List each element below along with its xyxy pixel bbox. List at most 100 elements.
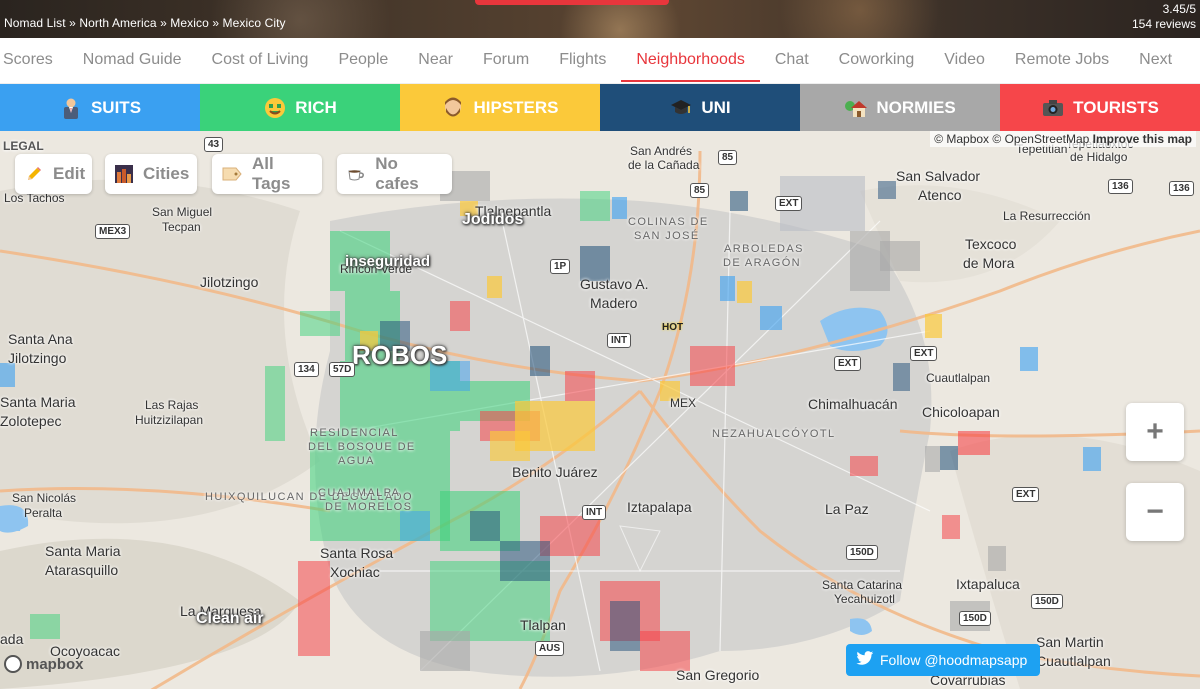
tab-next[interactable]: Next <box>1124 38 1187 84</box>
tab-people[interactable]: People <box>323 38 403 84</box>
tab-forum[interactable]: Forum <box>468 38 544 84</box>
place-label: La Paz <box>825 501 869 517</box>
place-label: Iztapalapa <box>627 499 692 515</box>
breadcrumb[interactable]: Nomad List » North America » Mexico » Me… <box>4 16 286 30</box>
tribe-rich-button[interactable]: RICH <box>200 84 400 131</box>
legal-link[interactable]: LEGAL <box>3 139 44 153</box>
place-label: Tecpan <box>162 220 201 234</box>
pencil-icon <box>25 165 43 183</box>
district-label: RESIDENCIAL <box>310 427 399 439</box>
tribe-label: NORMIES <box>876 97 956 117</box>
place-label: Santa Catarina <box>822 578 903 592</box>
place-label: Jilotzingo <box>8 350 67 366</box>
tab-cost-of-living[interactable]: Cost of Living <box>197 38 324 84</box>
edit-button[interactable]: Edit <box>15 154 92 194</box>
tab-near[interactable]: Near <box>403 38 468 84</box>
place-label: MEX <box>670 396 697 410</box>
city-hero-banner: Nomad List » North America » Mexico » Me… <box>0 0 1200 38</box>
tab-nomad-guide[interactable]: Nomad Guide <box>68 38 197 84</box>
place-label: Gustavo A. <box>580 276 649 292</box>
road-shield: 150D <box>959 611 991 626</box>
mapbox-logo[interactable]: mapbox <box>4 655 84 673</box>
mapbox-credit[interactable]: © Mapbox <box>934 132 989 146</box>
map-tag[interactable]: ROBOS <box>352 340 447 371</box>
place-label: Benito Juárez <box>512 464 598 480</box>
tab-flights[interactable]: Flights <box>544 38 621 84</box>
tribe-label: HIPSTERS <box>473 97 559 117</box>
zoom-in-button[interactable]: + <box>1126 403 1184 461</box>
hero-red-button[interactable] <box>475 0 669 5</box>
place-label: Tlalpan <box>520 617 566 633</box>
road-shield: EXT <box>910 346 938 361</box>
tab-video[interactable]: Video <box>929 38 1000 84</box>
tribe-suits-button[interactable]: SUITS <box>0 84 200 131</box>
map-tag[interactable]: HOT <box>662 322 683 333</box>
place-label: San Salvador <box>896 168 981 184</box>
tribe-label: RICH <box>295 97 337 117</box>
tag-icon <box>222 165 242 183</box>
place-label: San Gregorio <box>676 667 760 683</box>
place-label: de Mora <box>963 255 1015 271</box>
map-tag[interactable]: Jodidos <box>462 211 523 229</box>
tab-remote-jobs[interactable]: Remote Jobs <box>1000 38 1124 84</box>
road-shield: 43 <box>204 137 224 152</box>
neighborhood-map[interactable]: Los Tachos San Miguel Tecpan Jilotzingo … <box>0 131 1200 689</box>
twitter-bird-icon <box>856 651 874 669</box>
tribe-uni-button[interactable]: UNI <box>600 84 800 131</box>
tab-chat[interactable]: Chat <box>760 38 824 84</box>
tab-coworking[interactable]: Coworking <box>824 38 930 84</box>
no-cafes-button[interactable]: No cafes <box>337 154 452 194</box>
cities-button[interactable]: Cities <box>105 154 197 194</box>
all-tags-label: All Tags <box>252 154 291 193</box>
place-label: San Martin <box>1036 634 1104 650</box>
osm-credit[interactable]: © OpenStreetMap <box>992 132 1089 146</box>
place-label: de Hidalgo <box>1070 150 1128 164</box>
district-label: ARBOLEDAS <box>724 243 804 255</box>
follow-label: Follow @hoodmapsapp <box>880 652 1028 668</box>
place-label: Jilotzingo <box>200 274 259 290</box>
city-tab-bar: Scores Nomad Guide Cost of Living People… <box>0 38 1200 84</box>
tribe-tourists-button[interactable]: TOURISTS <box>1000 84 1200 131</box>
road-shield: MEX3 <box>95 224 131 239</box>
district-label: AGUA <box>338 455 375 467</box>
place-label: Santa Maria <box>45 543 121 559</box>
district-label: CUAJIMALPA <box>318 487 401 499</box>
edit-label: Edit <box>53 164 86 183</box>
follow-twitter-button[interactable]: Follow @hoodmapsapp <box>846 644 1040 676</box>
bearded-man-icon <box>441 96 465 120</box>
reviews-count[interactable]: 154 reviews <box>1132 17 1196 32</box>
map-attribution: © Mapbox © OpenStreetMap Improve this ma… <box>930 131 1196 147</box>
map-tag[interactable]: Clean air <box>196 610 264 628</box>
place-label: Chicoloapan <box>922 404 1000 420</box>
place-label: Cuautlalpan <box>1036 653 1111 669</box>
city-rating: 3.45/5 154 reviews <box>1132 2 1196 32</box>
map-tag[interactable]: inseguridad <box>345 253 430 270</box>
place-label: Santa Maria <box>0 394 76 410</box>
tab-scores[interactable]: Scores <box>0 38 68 84</box>
road-shield: EXT <box>834 356 862 371</box>
road-shield: 85 <box>690 183 710 198</box>
road-shield: 150D <box>846 545 878 560</box>
place-label: San Miguel <box>152 205 213 219</box>
place-label: de la Cañada <box>628 158 700 172</box>
place-label: Cuautlalpan <box>926 371 991 385</box>
improve-map-link[interactable]: Improve this map <box>1093 132 1192 146</box>
tribe-label: UNI <box>701 97 731 117</box>
tribe-legend-bar: SUITS RICH HIPSTERS UNI NORMIES TOURISTS <box>0 84 1200 131</box>
road-shield: INT <box>607 333 632 348</box>
all-tags-button[interactable]: All Tags <box>212 154 322 194</box>
road-shield: INT <box>582 505 607 520</box>
district-label: DE ARAGÓN <box>723 257 802 269</box>
tribe-normies-button[interactable]: NORMIES <box>800 84 1000 131</box>
tab-neighborhoods[interactable]: Neighborhoods <box>621 38 760 84</box>
place-label: Texcoco <box>965 236 1017 252</box>
mapbox-logo-icon <box>4 655 22 673</box>
place-label: San Nicolás <box>12 491 77 505</box>
zoom-out-button[interactable]: − <box>1126 483 1184 541</box>
tribe-hipsters-button[interactable]: HIPSTERS <box>400 84 600 131</box>
tribe-label: TOURISTS <box>1073 97 1159 117</box>
road-shield: EXT <box>1012 487 1040 502</box>
road-shield: AUS <box>535 641 565 656</box>
place-label: Xochiac <box>330 564 380 580</box>
road-shield: 136 <box>1108 179 1133 194</box>
